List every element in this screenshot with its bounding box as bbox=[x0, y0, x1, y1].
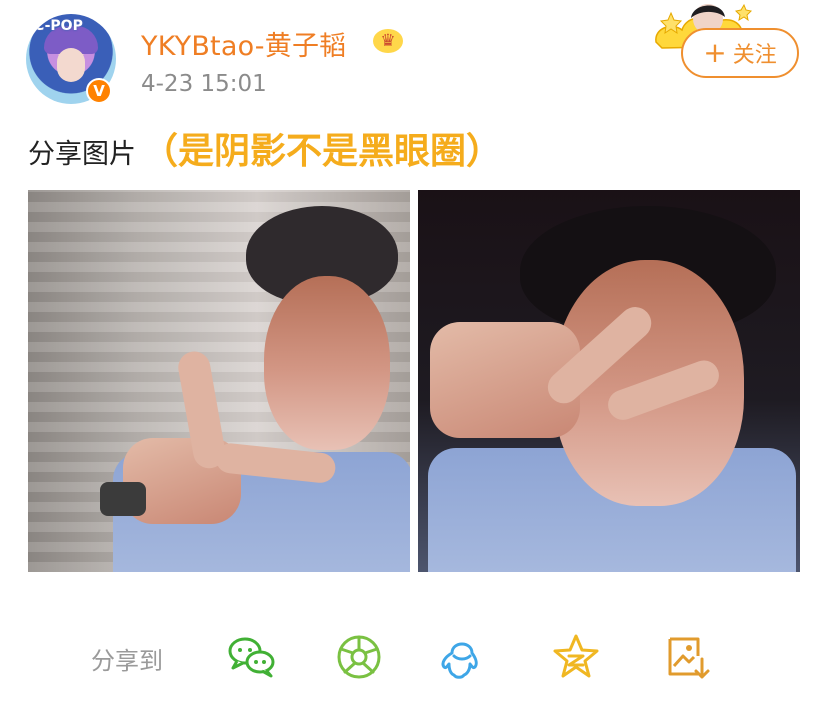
face bbox=[264, 276, 390, 450]
wechat-icon[interactable] bbox=[226, 632, 278, 682]
crown-icon: ♛ bbox=[373, 29, 403, 53]
post-image-2[interactable] bbox=[418, 190, 800, 572]
follow-label: 关注 bbox=[732, 43, 777, 68]
avatar-badge-text: C-POP bbox=[34, 18, 83, 34]
qq-icon[interactable] bbox=[436, 632, 488, 682]
follow-plus-icon: + bbox=[703, 36, 727, 69]
post-image-1[interactable] bbox=[28, 190, 410, 572]
save-image-icon[interactable] bbox=[661, 632, 713, 682]
post-timestamp: 4-23 15:01 bbox=[141, 71, 267, 97]
caption-highlight: （是阴影不是黑眼圈） bbox=[142, 131, 503, 172]
moments-icon[interactable] bbox=[333, 632, 385, 682]
avatar-face bbox=[57, 48, 85, 82]
qzone-icon[interactable] bbox=[550, 632, 602, 682]
verified-badge-icon: V bbox=[86, 78, 112, 104]
wristwatch bbox=[100, 482, 146, 516]
follow-button[interactable]: + 关注 bbox=[681, 28, 799, 78]
share-to-label: 分享到 bbox=[91, 646, 163, 675]
share-bar: 分享到 bbox=[91, 638, 163, 678]
share-image-label: 分享图片 bbox=[28, 139, 136, 170]
username[interactable]: YKYBtao-黄子韬 bbox=[141, 24, 346, 63]
post-text: 分享图片 （是阴影不是黑眼圈） bbox=[28, 122, 502, 172]
